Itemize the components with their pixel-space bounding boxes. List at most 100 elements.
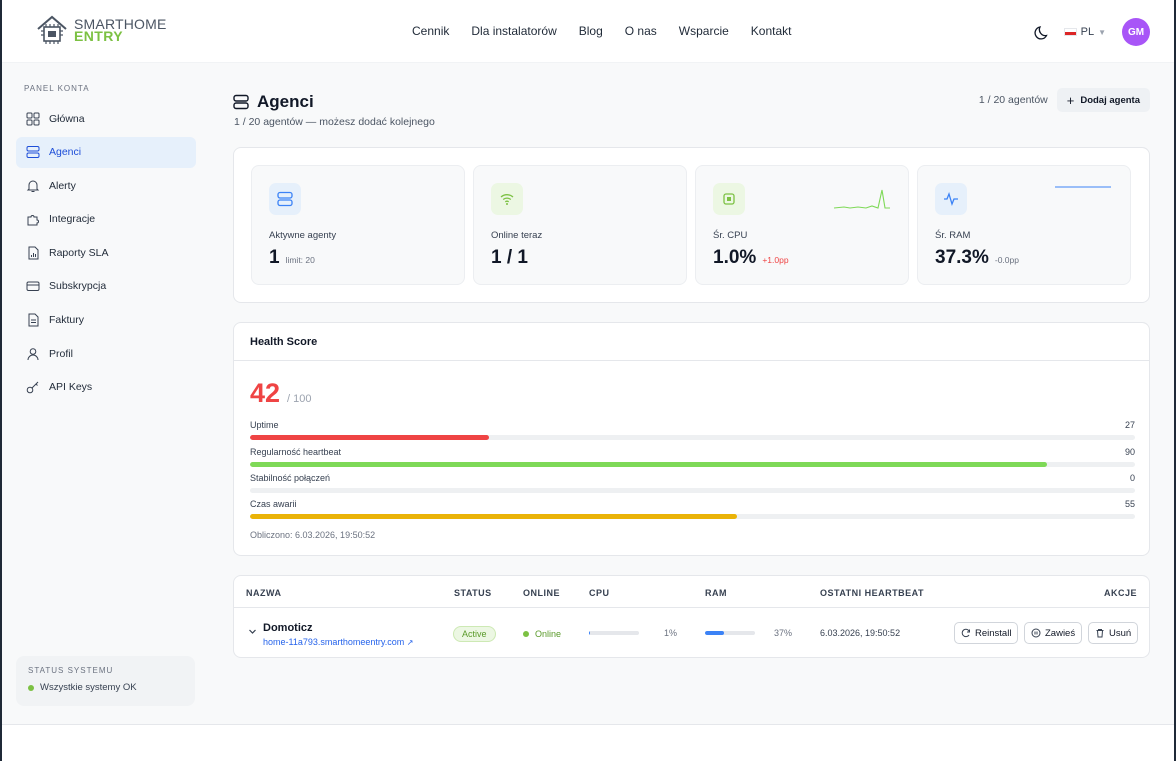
delete-button[interactable]: Usuń	[1088, 622, 1139, 644]
user-avatar[interactable]: GM	[1122, 18, 1150, 46]
col-online: ONLINE	[523, 588, 561, 598]
metric-label: Regularność heartbeat	[250, 447, 342, 457]
sidebar-item-subscription[interactable]: Subskrypcja	[16, 271, 196, 302]
cpu-icon	[723, 193, 735, 205]
col-status: STATUS	[454, 588, 492, 598]
sidebar-item-invoices[interactable]: Faktury	[16, 305, 196, 336]
reinstall-button[interactable]: Reinstall	[954, 622, 1019, 644]
sidebar-item-label: Profil	[49, 347, 73, 360]
online-label: Online	[535, 629, 562, 639]
stat-label: Śr. CPU	[713, 230, 748, 241]
computed-timestamp: Obliczono: 6.03.2026, 19:50:52	[250, 530, 376, 540]
suspend-button[interactable]: Zawieś	[1024, 622, 1083, 644]
chevron-down-icon: ▼	[1098, 27, 1106, 37]
metric-value: 55	[1124, 499, 1135, 509]
sidebar-menu: Główna Agenci Alerty Integracje Raporty …	[16, 103, 196, 405]
status-ok-dot	[28, 684, 34, 691]
pause-icon	[1031, 628, 1041, 638]
wifi-icon	[500, 194, 514, 205]
agents-table: NAZWA STATUS ONLINE CPU RAM OSTATNI HEAR…	[233, 575, 1150, 658]
health-score-title: Health Score	[234, 323, 1149, 361]
metric-label: Uptime	[250, 420, 279, 430]
metric-fill	[250, 435, 489, 440]
col-heartbeat: OSTATNI HEARTBEAT	[820, 588, 924, 598]
stat-delta: -0.0pp	[994, 255, 1019, 265]
stat-icon-box	[269, 183, 301, 215]
delete-label: Usuń	[1109, 627, 1132, 639]
col-name: NAZWA	[246, 588, 282, 598]
sidebar-item-api-keys[interactable]: API Keys	[16, 372, 196, 403]
metric-track	[250, 435, 1135, 440]
metric-value: 0	[1129, 473, 1135, 483]
stat-icon-box	[713, 183, 745, 215]
page-subtitle: 1 / 20 agentów — możesz dodać kolejnego	[234, 116, 435, 128]
sidebar-item-label: Faktury	[49, 314, 85, 327]
health-score-card: Health Score 42 / 100 Uptime 27 Regularnoś…	[233, 322, 1150, 556]
reinstall-label: Reinstall	[975, 627, 1012, 639]
stat-delta: +1.0pp	[762, 255, 789, 265]
health-metric: Regularność heartbeat 90	[250, 447, 1135, 467]
health-metric: Czas awarii 55	[250, 499, 1135, 519]
stat-note: limit: 20	[285, 255, 315, 265]
agent-count: 1 / 20 agentów	[978, 94, 1048, 106]
health-metric: Stabilność połączeń 0	[250, 473, 1135, 493]
col-ram: RAM	[705, 588, 727, 598]
add-agent-label: Dodaj agenta	[1080, 94, 1140, 106]
activity-icon	[944, 192, 958, 206]
metric-fill	[250, 462, 1047, 467]
agent-host: home-11a793.smarthomeentry.com	[263, 637, 405, 647]
sidebar-item-agents[interactable]: Agenci	[16, 136, 196, 168]
stat-icon-box	[491, 183, 523, 215]
ram-sparkline	[1055, 186, 1111, 188]
invoice-icon	[28, 313, 39, 327]
top-navigation: SMARTHOME ENTRY Cennik Dla instalatorów …	[2, 0, 1174, 63]
online-dot	[523, 631, 529, 637]
language-selector[interactable]: PL ▼	[1063, 26, 1106, 38]
add-agent-button[interactable]: + Dodaj agenta	[1056, 88, 1150, 112]
nav-pricing[interactable]: Cennik	[412, 24, 449, 38]
stat-icon-box	[935, 183, 967, 215]
ram-bar-fill	[705, 631, 724, 635]
table-row: Domoticz home-11a793.smarthomeentry.com …	[234, 608, 1149, 658]
cpu-sparkline	[833, 189, 890, 209]
poland-flag-icon	[1063, 28, 1077, 36]
nav-support[interactable]: Wsparcie	[679, 24, 729, 38]
nav-contact[interactable]: Kontakt	[751, 24, 792, 38]
table-header: NAZWA STATUS ONLINE CPU RAM OSTATNI HEAR…	[234, 576, 1149, 608]
agent-name: Domoticz	[263, 622, 313, 634]
sidebar-item-alerts[interactable]: Alerty	[16, 170, 196, 201]
sidebar-item-home[interactable]: Główna	[16, 103, 196, 134]
sidebar-item-sla-reports[interactable]: Raporty SLA	[16, 237, 196, 268]
nav-about[interactable]: O nas	[625, 24, 657, 38]
nav-blog[interactable]: Blog	[579, 24, 603, 38]
stat-value: 1.0%	[713, 247, 757, 268]
health-metric: Uptime 27	[250, 420, 1135, 440]
sidebar-heading: PANEL KONTA	[24, 84, 90, 93]
stat-value: 1	[269, 247, 280, 268]
trash-icon	[1096, 629, 1104, 638]
metric-track	[250, 514, 1135, 519]
language-code: PL	[1080, 26, 1095, 38]
stat-label: Śr. RAM	[935, 230, 971, 241]
sidebar-item-label: Agenci	[49, 146, 82, 159]
chevron-down-icon[interactable]	[248, 627, 257, 636]
metric-value: 27	[1124, 420, 1135, 430]
server-icon	[233, 94, 249, 110]
stat-value: 37.3%	[935, 247, 989, 268]
sidebar-item-label: Integracje	[49, 213, 96, 226]
metric-label: Czas awarii	[250, 499, 297, 509]
sidebar-item-integrations[interactable]: Integracje	[16, 204, 196, 235]
brand-logo[interactable]: SMARTHOME ENTRY	[34, 12, 167, 48]
stat-active-agents: Aktywne agenty 1 limit: 20	[251, 165, 465, 285]
moon-icon[interactable]	[1034, 23, 1052, 41]
sidebar-item-profile[interactable]: Profil	[16, 338, 196, 369]
cpu-bar-fill	[589, 631, 590, 635]
online-indicator: Online	[523, 629, 561, 639]
sidebar-item-label: Alerty	[49, 179, 76, 192]
nav-installers[interactable]: Dla instalatorów	[471, 24, 556, 38]
grid-icon	[26, 112, 40, 125]
sidebar: PANEL KONTA Główna Agenci Alerty Integra…	[2, 63, 207, 724]
metric-track	[250, 462, 1135, 467]
agent-host-link[interactable]: home-11a793.smarthomeentry.com ↗	[263, 637, 413, 647]
report-icon	[28, 246, 39, 260]
